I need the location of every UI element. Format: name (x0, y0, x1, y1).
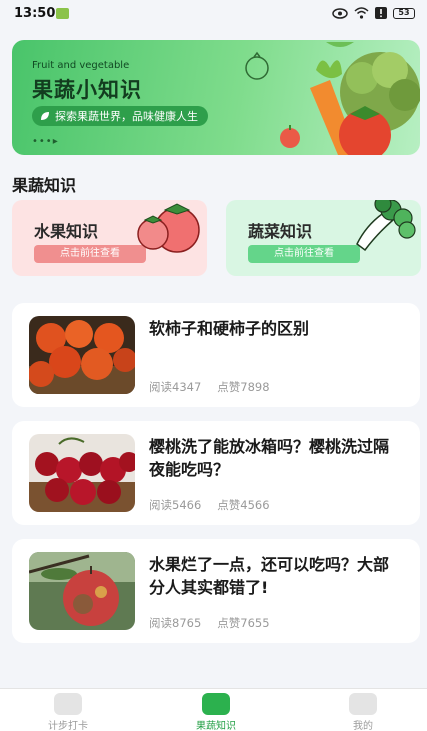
tab-label: 果蔬知识 (196, 721, 236, 731)
vegetable-knowledge-label: 蔬菜知识 (248, 222, 313, 241)
bottom-tab-bar: 计步打卡 果蔬知识 我的 (0, 688, 427, 731)
read-count: 阅读4347 (149, 380, 202, 394)
article-stats: 阅读4347 点赞7898 (149, 379, 270, 395)
vegetable-knowledge-card[interactable]: 蔬菜知识 点击前往查看 (226, 200, 421, 276)
profile-icon (349, 693, 377, 715)
rotten-apple-image (29, 552, 135, 630)
banner-title: 果蔬小知识 (32, 78, 142, 102)
wifi-icon (354, 7, 369, 19)
fruit-view-button[interactable]: 点击前往查看 (34, 245, 146, 263)
persimmon-image (29, 316, 135, 394)
tab-profile[interactable]: 我的 (313, 693, 413, 731)
article-title: 软柿子和硬柿子的区别 (149, 319, 310, 338)
status-time: 13:50 (14, 6, 56, 21)
tab-label: 我的 (353, 721, 373, 731)
fruit-knowledge-icon (202, 693, 230, 715)
banner-tagline: 探索果蔬世界，品味健康人生 (55, 110, 198, 123)
tomato-icon (137, 203, 200, 253)
bok-choy-icon (356, 200, 416, 252)
article-title: 水果烂了一点，还可以吃吗？大部分人其实都错了! (149, 555, 390, 597)
like-count: 点赞7655 (217, 616, 270, 630)
step-checkin-icon (54, 693, 82, 715)
article-stats: 阅读8765 点赞7655 (149, 615, 270, 631)
tab-label: 计步打卡 (48, 721, 88, 731)
article-title: 樱桃洗了能放冰箱吗？樱桃洗过隔夜能吃吗？ (149, 437, 390, 479)
article-card[interactable]: 水果烂了一点，还可以吃吗？大部分人其实都错了! 阅读8765 点赞7655 (12, 539, 420, 643)
article-card[interactable]: 樱桃洗了能放冰箱吗？樱桃洗过隔夜能吃吗？ 阅读5466 点赞4566 (12, 421, 420, 525)
eye-icon (332, 7, 348, 19)
section-title: 果蔬知识 (12, 176, 77, 195)
status-icons: 53 (332, 7, 415, 19)
leaf-icon (41, 112, 49, 120)
tab-step-checkin[interactable]: 计步打卡 (18, 693, 118, 731)
banner-arrow-indicator: •••▸ (32, 136, 59, 147)
battery-icon: 53 (393, 7, 415, 19)
banner[interactable]: Fruit and vegetable 果蔬小知识 探索果蔬世界，品味健康人生 … (12, 40, 420, 155)
status-bar: 13:50 53 (0, 0, 427, 28)
vegetables-illustration (245, 42, 420, 155)
banner-tagline-pill: 探索果蔬世界，品味健康人生 (32, 106, 208, 126)
app-notification-icon (56, 8, 69, 19)
tab-fruit-knowledge[interactable]: 果蔬知识 (166, 693, 266, 731)
alert-icon (375, 7, 387, 19)
fruit-knowledge-card[interactable]: 水果知识 点击前往查看 (12, 200, 207, 276)
vegetable-view-button[interactable]: 点击前往查看 (248, 245, 360, 263)
read-count: 阅读8765 (149, 616, 202, 630)
article-card[interactable]: 软柿子和硬柿子的区别 阅读4347 点赞7898 (12, 303, 420, 407)
cherry-image (29, 434, 135, 512)
like-count: 点赞4566 (217, 498, 270, 512)
banner-subtitle: Fruit and vegetable (32, 60, 130, 71)
like-count: 点赞7898 (217, 380, 270, 394)
read-count: 阅读5466 (149, 498, 202, 512)
article-stats: 阅读5466 点赞4566 (149, 497, 270, 513)
fruit-knowledge-label: 水果知识 (34, 222, 99, 241)
